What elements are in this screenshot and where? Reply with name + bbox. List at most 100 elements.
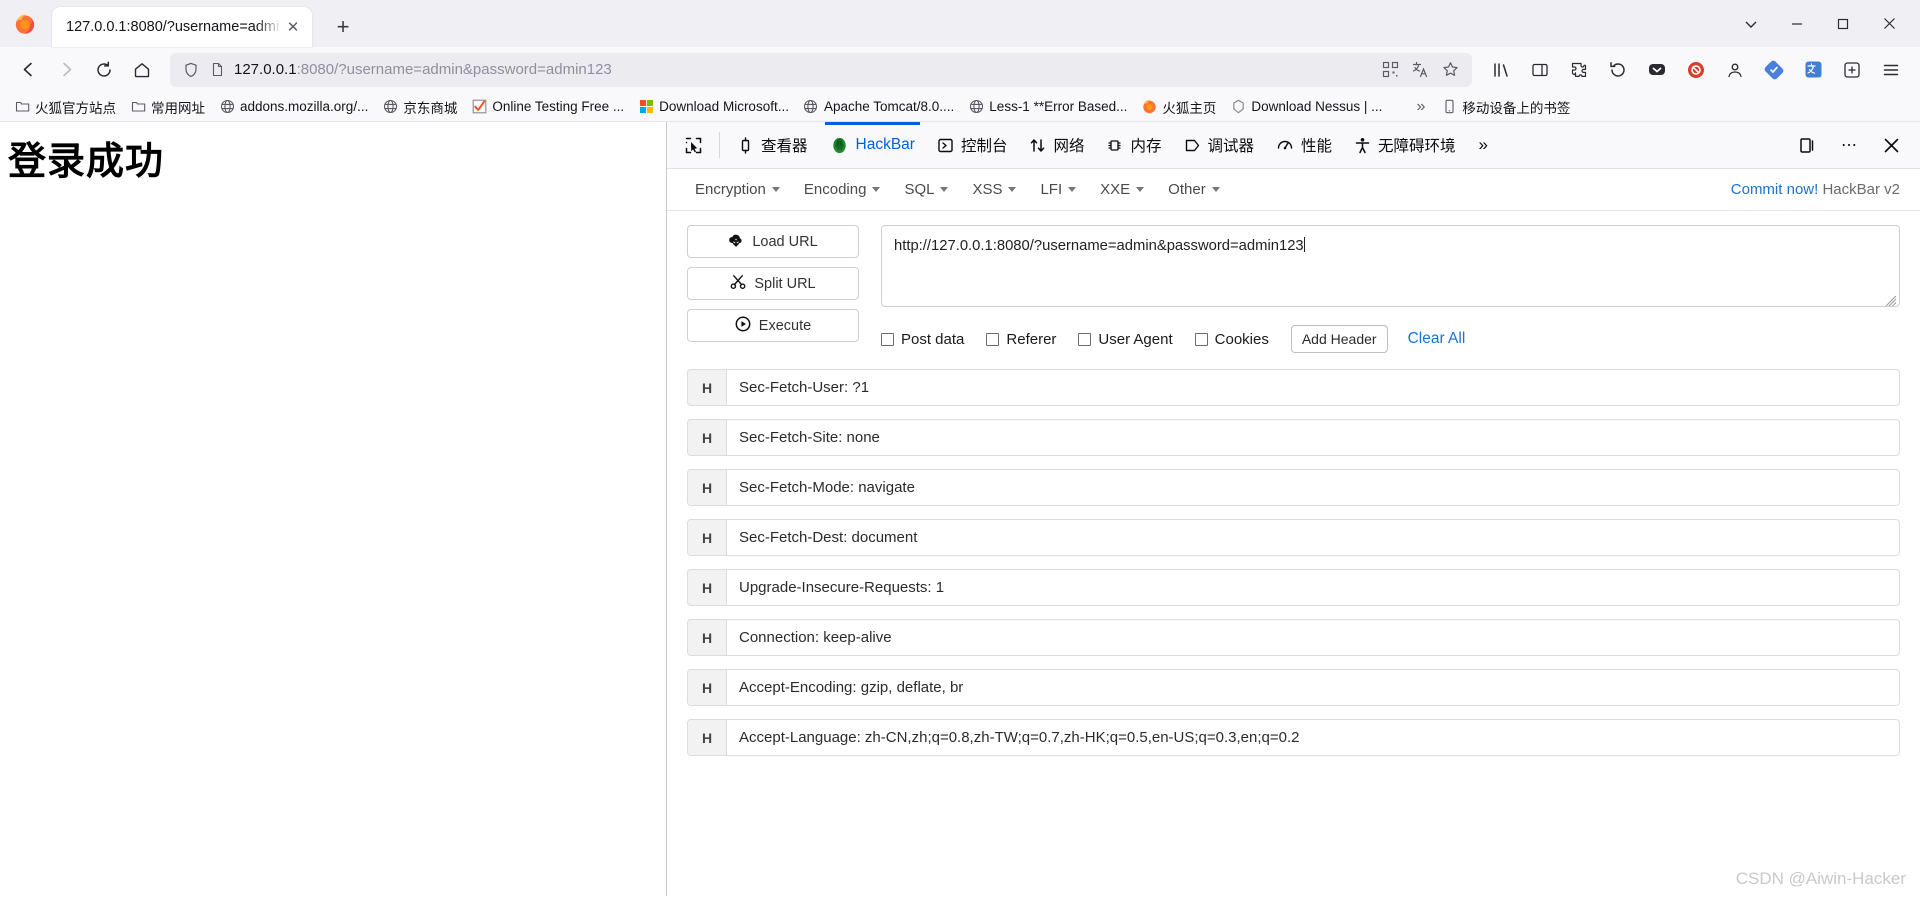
url-textarea[interactable]: http://127.0.0.1:8080/?username=admin&pa… xyxy=(881,225,1900,307)
header-value[interactable]: Upgrade-Insecure-Requests: 1 xyxy=(727,570,1899,605)
menu-xxe[interactable]: XXE xyxy=(1088,175,1156,204)
split-url-button[interactable]: Split URL xyxy=(687,267,859,300)
bookmark-item[interactable]: 火狐主页 xyxy=(1135,94,1222,120)
url-text[interactable]: 127.0.0.1:8080/?username=admin&password=… xyxy=(234,61,1376,78)
header-value[interactable]: Accept-Language: zh-CN,zh;q=0.8,zh-TW;q=… xyxy=(727,720,1899,755)
back-button-icon[interactable] xyxy=(10,53,46,87)
translate-toolbar-icon[interactable] xyxy=(1794,53,1832,87)
list-all-tabs-icon[interactable] xyxy=(1728,4,1774,44)
checkbox-referer[interactable]: Referer xyxy=(986,331,1056,348)
bookmark-item[interactable]: 京东商城 xyxy=(376,94,463,120)
header-value[interactable]: Sec-Fetch-Dest: document xyxy=(727,520,1899,555)
header-row[interactable]: H Sec-Fetch-Site: none xyxy=(687,419,1900,456)
devtools-overflow-chevron-icon[interactable]: » xyxy=(1467,122,1500,168)
load-url-button[interactable]: Load URL xyxy=(687,225,859,258)
pocket-icon[interactable] xyxy=(1638,53,1676,87)
translate-page-icon[interactable] xyxy=(1406,56,1434,84)
menu-encryption[interactable]: Encryption xyxy=(683,175,792,204)
maximize-icon[interactable] xyxy=(1820,4,1866,44)
menu-sql[interactable]: SQL xyxy=(892,175,960,204)
shield-blocker-icon[interactable] xyxy=(1677,53,1715,87)
tab-performance[interactable]: 性能 xyxy=(1265,122,1343,168)
console-icon xyxy=(937,137,954,154)
hackbar-version-label: HackBar v2 xyxy=(1822,181,1900,198)
minimize-icon[interactable] xyxy=(1774,4,1820,44)
button-label: Split URL xyxy=(754,275,816,292)
bookmark-item[interactable]: addons.mozilla.org/... xyxy=(213,96,374,118)
close-tab-icon[interactable]: ✕ xyxy=(282,16,304,38)
hamburger-menu-icon[interactable] xyxy=(1872,53,1910,87)
header-value[interactable]: Sec-Fetch-User: ?1 xyxy=(727,370,1899,405)
bookmark-item[interactable]: Download Nessus | ... xyxy=(1224,96,1388,118)
header-value[interactable]: Sec-Fetch-Mode: navigate xyxy=(727,470,1899,505)
hackbar-menubar: Encryption Encoding SQL XSS LFI XXE Othe… xyxy=(667,169,1920,211)
header-row[interactable]: H Sec-Fetch-User: ?1 xyxy=(687,369,1900,406)
menu-lfi[interactable]: LFI xyxy=(1028,175,1088,204)
checkbox-post-data[interactable]: Post data xyxy=(881,331,964,348)
url-host: 127.0.0.1 xyxy=(234,61,297,78)
add-header-button[interactable]: Add Header xyxy=(1290,325,1388,353)
library-icon[interactable] xyxy=(1482,53,1520,87)
header-row[interactable]: H Accept-Encoding: gzip, deflate, br xyxy=(687,669,1900,706)
devtools-meatball-menu-icon[interactable]: ⋯ xyxy=(1830,126,1868,164)
bookmark-item-mobile[interactable]: 移动设备上的书签 xyxy=(1435,94,1576,120)
tab-network[interactable]: 网络 xyxy=(1018,122,1095,168)
account-icon[interactable] xyxy=(1716,53,1754,87)
bookmark-item[interactable]: Apache Tomcat/8.0.... xyxy=(797,96,960,118)
checkbox-box[interactable] xyxy=(881,332,894,346)
addons-manager-icon[interactable] xyxy=(1833,53,1871,87)
bookmark-item[interactable]: Online Testing Free ... xyxy=(465,96,630,118)
undo-close-tab-icon[interactable] xyxy=(1599,53,1637,87)
performance-icon xyxy=(1276,136,1294,154)
bookmark-item[interactable]: Less-1 **Error Based... xyxy=(962,96,1133,118)
header-row[interactable]: H Accept-Language: zh-CN,zh;q=0.8,zh-TW;… xyxy=(687,719,1900,756)
element-picker-icon[interactable] xyxy=(673,122,713,168)
menu-encoding[interactable]: Encoding xyxy=(792,175,893,204)
page-info-icon[interactable] xyxy=(204,57,230,83)
tracking-protection-shield-icon[interactable] xyxy=(178,57,204,83)
header-row[interactable]: H Upgrade-Insecure-Requests: 1 xyxy=(687,569,1900,606)
tab-console[interactable]: 控制台 xyxy=(926,122,1019,168)
execute-button[interactable]: Execute xyxy=(687,309,859,342)
resize-handle[interactable] xyxy=(1885,292,1897,306)
header-value[interactable]: Sec-Fetch-Site: none xyxy=(727,420,1899,455)
globe-icon xyxy=(382,99,398,115)
dock-position-icon[interactable] xyxy=(1788,126,1826,164)
tab-accessibility[interactable]: 无障碍环境 xyxy=(1343,122,1467,168)
checkbox-box[interactable] xyxy=(1194,332,1208,346)
browser-tab[interactable]: 127.0.0.1:8080/?username=admi ✕ xyxy=(52,7,312,47)
header-value[interactable]: Connection: keep-alive xyxy=(727,620,1899,655)
bookmark-item[interactable]: Download Microsoft... xyxy=(632,96,795,118)
tab-hackbar[interactable]: HackBar xyxy=(819,122,926,168)
devtools-close-icon[interactable] xyxy=(1872,126,1910,164)
puzzle-extension-icon[interactable] xyxy=(1560,53,1598,87)
checkbox-box[interactable] xyxy=(986,332,1000,346)
qr-code-icon[interactable] xyxy=(1376,56,1404,84)
new-tab-button[interactable]: + xyxy=(326,10,360,44)
checkbox-user-agent[interactable]: User Agent xyxy=(1078,331,1173,348)
bookmark-star-icon[interactable] xyxy=(1436,56,1464,84)
menu-other[interactable]: Other xyxy=(1156,175,1232,204)
reload-button-icon[interactable] xyxy=(86,53,122,87)
tab-memory[interactable]: 内存 xyxy=(1095,122,1172,168)
menu-xss[interactable]: XSS xyxy=(960,175,1028,204)
sync-icon[interactable] xyxy=(1755,53,1793,87)
header-row[interactable]: H Connection: keep-alive xyxy=(687,619,1900,656)
bookmark-item[interactable]: 火狐官方站点 xyxy=(8,94,122,120)
commit-now-link[interactable]: Commit now! xyxy=(1731,181,1819,198)
checkbox-cookies[interactable]: Cookies xyxy=(1194,331,1269,348)
header-value[interactable]: Accept-Encoding: gzip, deflate, br xyxy=(727,670,1899,705)
url-bar[interactable]: 127.0.0.1:8080/?username=admin&password=… xyxy=(170,52,1472,87)
checkbox-box[interactable] xyxy=(1078,332,1092,346)
header-row[interactable]: H Sec-Fetch-Mode: navigate xyxy=(687,469,1900,506)
bookmarks-overflow-chevron-icon[interactable]: » xyxy=(1408,95,1433,119)
sidebar-icon[interactable] xyxy=(1521,53,1559,87)
header-tag: H xyxy=(688,670,727,705)
clear-all-button[interactable]: Clear All xyxy=(1408,330,1466,348)
close-window-icon[interactable] xyxy=(1866,4,1912,44)
bookmark-item[interactable]: 常用网址 xyxy=(124,94,211,120)
header-row[interactable]: H Sec-Fetch-Dest: document xyxy=(687,519,1900,556)
home-button-icon[interactable] xyxy=(124,53,160,87)
tab-debugger[interactable]: 调试器 xyxy=(1173,122,1266,168)
tab-inspector[interactable]: 查看器 xyxy=(726,122,819,168)
